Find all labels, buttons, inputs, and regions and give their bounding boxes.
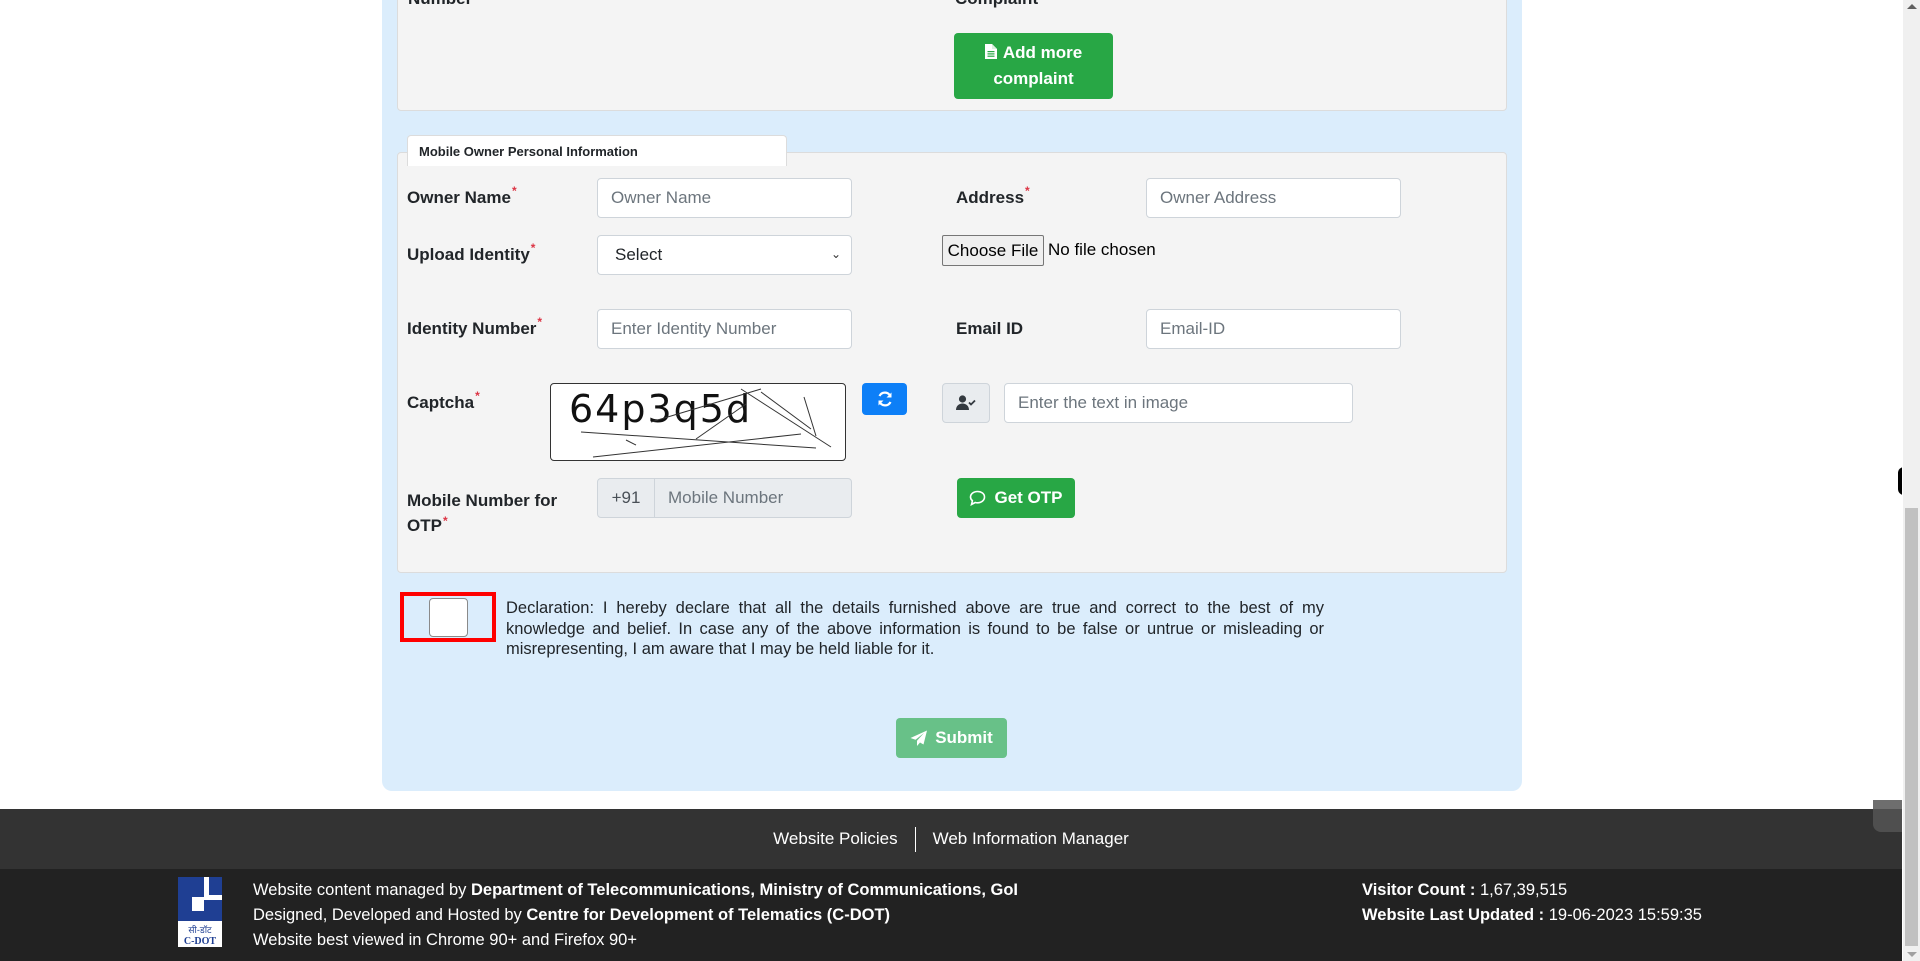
footer-cdot-name: Centre for Development of Telematics (C-…	[526, 906, 891, 924]
file-status: No file chosen	[1048, 240, 1156, 259]
captcha-refresh-button[interactable]	[862, 383, 907, 415]
email-label: Email ID	[956, 319, 1024, 338]
scrollbar-thumb[interactable]	[1905, 508, 1918, 946]
get-otp-label: Get OTP	[994, 488, 1063, 507]
mobile-number-group: +91 Mobile Number	[597, 478, 852, 518]
identity-number-input[interactable]: Enter Identity Number	[597, 309, 852, 349]
web-information-manager-link[interactable]: Web Information Manager	[933, 829, 1129, 849]
mobile-otp-label: Mobile Number for OTP*	[407, 491, 558, 535]
footer-line1-prefix: Website content managed by	[253, 881, 471, 899]
identity-type-selected: Select	[615, 245, 663, 264]
mobile-number-input[interactable]: Mobile Number	[655, 479, 851, 517]
email-input[interactable]: Email-ID	[1146, 309, 1401, 349]
declaration-checkbox[interactable]	[429, 598, 468, 637]
footer-stats: Visitor Count : 1,67,39,515 Website Last…	[1362, 878, 1702, 928]
paper-plane-icon	[910, 730, 928, 746]
chevron-down-icon: ⌄	[830, 247, 841, 261]
captcha-text: 64p3q5d	[569, 387, 752, 431]
declaration-text: Declaration: I hereby declare that all t…	[506, 599, 1324, 658]
footer-links-bar: Website Policies Web Information Manager	[0, 809, 1902, 869]
upload-identity-label: Upload Identity*	[407, 241, 536, 264]
scroll-down-arrow-icon[interactable]	[1907, 952, 1917, 957]
footer-link-separator	[914, 826, 916, 852]
owner-name-input[interactable]: Owner Name	[597, 178, 852, 218]
file-icon	[984, 44, 997, 59]
identity-number-label: Identity Number*	[407, 315, 543, 338]
footer-browser-note: Website best viewed in Chrome 90+ and Fi…	[253, 931, 637, 949]
last-updated-value: 19-06-2023 15:59:35	[1548, 906, 1702, 924]
website-policies-link[interactable]: Website Policies	[773, 829, 897, 849]
complaint-section	[397, 0, 1507, 111]
logo-hindi-text: सी-डॉट	[188, 924, 212, 936]
choose-file-button[interactable]: Choose File	[942, 235, 1044, 266]
owner-info-legend: Mobile Owner Personal Information	[407, 135, 787, 166]
scroll-up-arrow-icon[interactable]	[1907, 4, 1917, 9]
captcha-user-addon	[942, 383, 990, 423]
captcha-image: 64p3q5d	[550, 383, 846, 461]
page: Number Complaint Add more complaint Mobi…	[0, 0, 1902, 961]
cut-label-number: Number	[408, 0, 472, 9]
last-updated-label: Website Last Updated :	[1362, 906, 1549, 924]
add-more-complaint-label: Add more complaint	[993, 43, 1083, 88]
owner-name-label: Owner Name*	[407, 184, 517, 207]
footer-credits: Website content managed by Department of…	[253, 878, 1018, 953]
floating-widget[interactable]	[1873, 800, 1902, 832]
submit-button[interactable]: Submit	[896, 718, 1007, 758]
identity-type-select[interactable]: Select ⌄	[597, 235, 852, 275]
cdot-logo: सी-डॉट C-DOT	[178, 877, 222, 947]
add-more-complaint-button[interactable]: Add more complaint	[954, 33, 1113, 99]
visitor-count: 1,67,39,515	[1479, 881, 1568, 899]
captcha-label: Captcha*	[407, 389, 480, 412]
cut-label-complaint: Complaint	[955, 0, 1038, 9]
footer-line2-prefix: Designed, Developed and Hosted by	[253, 906, 527, 924]
country-code-prefix: +91	[598, 479, 655, 517]
visitor-count-label: Visitor Count :	[1362, 881, 1480, 899]
submit-label: Submit	[935, 728, 993, 747]
chat-bubble-icon	[970, 490, 986, 506]
get-otp-button[interactable]: Get OTP	[957, 478, 1075, 518]
vertical-scrollbar[interactable]	[1903, 0, 1920, 961]
user-check-icon	[956, 395, 976, 410]
logo-text: C-DOT	[184, 936, 217, 947]
footer-dept-name: Department of Telecommunications, Minist…	[471, 881, 1019, 899]
refresh-icon	[877, 391, 892, 407]
address-label: Address*	[956, 184, 1030, 207]
side-feedback-tab[interactable]	[1898, 467, 1902, 495]
captcha-input[interactable]: Enter the text in image	[1004, 383, 1353, 423]
address-input[interactable]: Owner Address	[1146, 178, 1401, 218]
